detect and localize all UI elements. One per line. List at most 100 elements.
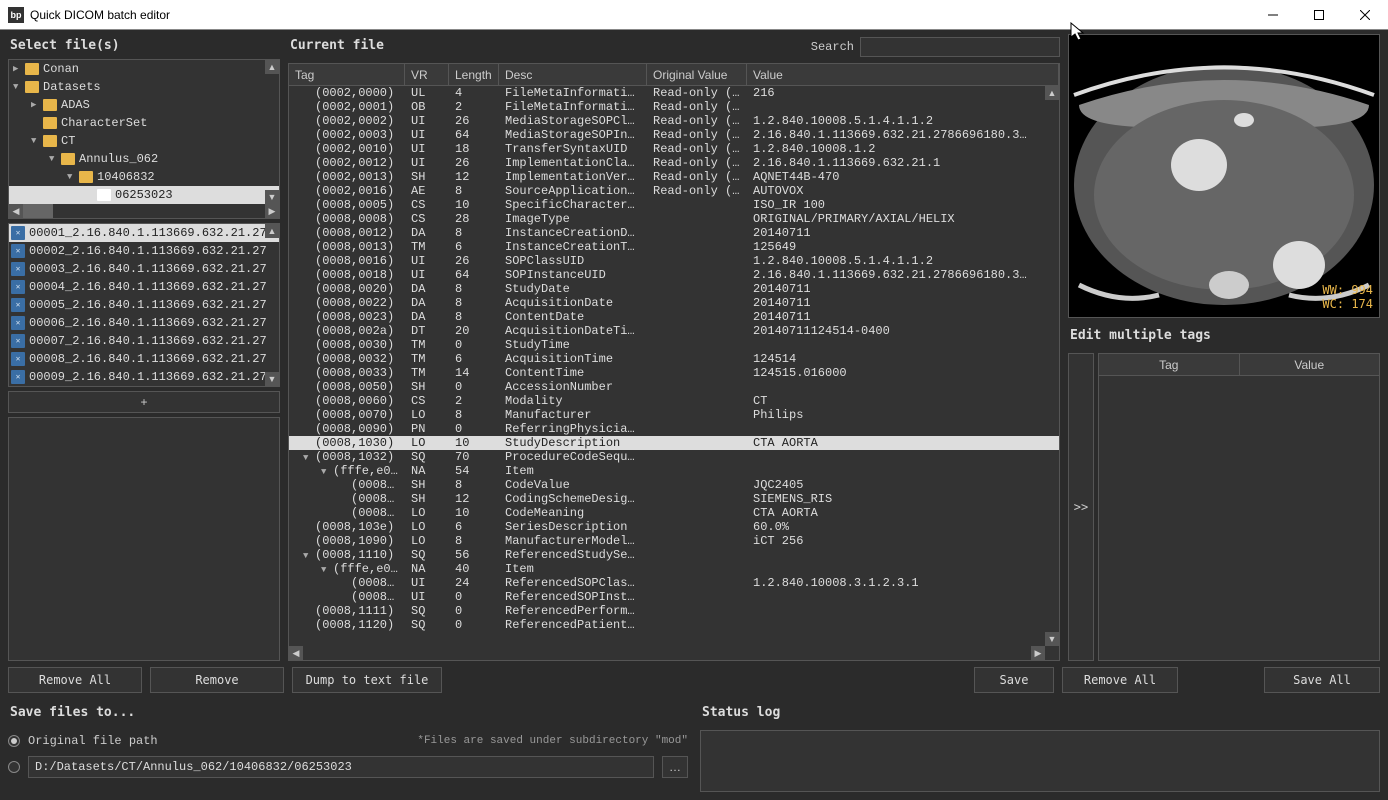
tag-row[interactable]: (0008,0050)SH0AccessionNumber bbox=[289, 380, 1059, 394]
tag-row[interactable]: (0002,0003)UI64MediaStorageSOPInst…Read-… bbox=[289, 128, 1059, 142]
tree-item[interactable]: ▶Conan bbox=[9, 60, 279, 78]
col-header-vr[interactable]: VR bbox=[405, 64, 449, 85]
tag-row[interactable]: (0008,0032)TM6AcquisitionTime124514 bbox=[289, 352, 1059, 366]
tag-row[interactable]: (0008,…LO10CodeMeaningCTA AORTA bbox=[289, 506, 1059, 520]
tree-item[interactable]: ▼10406832 bbox=[9, 168, 279, 186]
col-header-value[interactable]: Value bbox=[1240, 354, 1380, 375]
save-path-field[interactable]: D:/Datasets/CT/Annulus_062/10406832/0625… bbox=[28, 756, 654, 778]
file-item[interactable]: ✕00009_2.16.840.1.113669.632.21.27 bbox=[9, 368, 279, 386]
add-file-button[interactable]: + bbox=[8, 391, 280, 413]
tag-row[interactable]: ▼(0008,1110)SQ56ReferencedStudySequ… bbox=[289, 548, 1059, 562]
tag-row[interactable]: (0008,…UI0ReferencedSOPInstan… bbox=[289, 590, 1059, 604]
tag-row[interactable]: (0008,0070)LO8ManufacturerPhilips bbox=[289, 408, 1059, 422]
file-item[interactable]: ✕00004_2.16.840.1.113669.632.21.27 bbox=[9, 278, 279, 296]
tag-row[interactable]: (0008,1120)SQ0ReferencedPatientSe… bbox=[289, 618, 1059, 632]
tag-row[interactable]: (0008,002a)DT20AcquisitionDateTime201407… bbox=[289, 324, 1059, 338]
tag-row[interactable]: ▼(fffe,e00…NA40Item bbox=[289, 562, 1059, 576]
file-item[interactable]: ✕00002_2.16.840.1.113669.632.21.27 bbox=[9, 242, 279, 260]
expand-arrow-icon[interactable]: ▼ bbox=[67, 172, 79, 182]
expand-arrow-icon[interactable]: ▼ bbox=[49, 154, 61, 164]
tag-row[interactable]: (0008,0090)PN0ReferringPhysicianN… bbox=[289, 422, 1059, 436]
expand-arrow-icon[interactable]: ▶ bbox=[31, 100, 43, 110]
tag-row[interactable]: (0008,0033)TM14ContentTime124515.016000 bbox=[289, 366, 1059, 380]
save-all-button[interactable]: Save All bbox=[1264, 667, 1380, 693]
tag-row[interactable]: (0002,0016)AE8SourceApplicationEn…Read-o… bbox=[289, 184, 1059, 198]
tag-row[interactable]: (0002,0001)OB2FileMetaInformation…Read-o… bbox=[289, 100, 1059, 114]
col-header-tag[interactable]: Tag bbox=[289, 64, 405, 85]
col-header-desc[interactable]: Desc bbox=[499, 64, 647, 85]
expand-arrow-icon[interactable]: ▼ bbox=[31, 136, 43, 146]
minimize-button[interactable] bbox=[1250, 0, 1296, 30]
scroll-left-icon[interactable]: ◀ bbox=[289, 646, 303, 660]
folder-tree[interactable]: ▶Conan▼Datasets▶ADASCharacterSet▼CT▼Annu… bbox=[8, 59, 280, 219]
remove-all-button[interactable]: Remove All bbox=[8, 667, 142, 693]
col-header-length[interactable]: Length bbox=[449, 64, 499, 85]
tag-row[interactable]: (0008,…SH12CodingSchemeDesigna…SIEMENS_R… bbox=[289, 492, 1059, 506]
col-header-tag[interactable]: Tag bbox=[1099, 354, 1240, 375]
file-item[interactable]: ✕00005_2.16.840.1.113669.632.21.27 bbox=[9, 296, 279, 314]
dump-button[interactable]: Dump to text file bbox=[292, 667, 442, 693]
tag-row[interactable]: (0002,0000)UL4FileMetaInformation…Read-o… bbox=[289, 86, 1059, 100]
tag-row[interactable]: (0008,0012)DA8InstanceCreationDate201407… bbox=[289, 226, 1059, 240]
tag-table[interactable]: Tag VR Length Desc Original Value Value … bbox=[288, 63, 1060, 661]
scroll-up-icon[interactable]: ▲ bbox=[265, 60, 279, 74]
move-right-button[interactable]: >> bbox=[1068, 353, 1094, 661]
tag-row[interactable]: (0002,0010)UI18TransferSyntaxUIDRead-onl… bbox=[289, 142, 1059, 156]
tag-row[interactable]: (0002,0012)UI26ImplementationClass…Read-… bbox=[289, 156, 1059, 170]
file-item[interactable]: ✕00007_2.16.840.1.113669.632.21.27 bbox=[9, 332, 279, 350]
edit-tag-table[interactable]: Tag Value bbox=[1098, 353, 1380, 661]
file-item[interactable]: ✕00003_2.16.840.1.113669.632.21.27 bbox=[9, 260, 279, 278]
h-scrollbar-thumb[interactable] bbox=[23, 204, 53, 218]
tag-row[interactable]: (0008,0018)UI64SOPInstanceUID2.16.840.1.… bbox=[289, 268, 1059, 282]
col-header-original[interactable]: Original Value bbox=[647, 64, 747, 85]
tree-item[interactable]: 06253023 bbox=[9, 186, 279, 204]
scroll-down-icon[interactable]: ▼ bbox=[265, 190, 279, 204]
scroll-up-icon[interactable]: ▲ bbox=[265, 224, 279, 238]
expand-arrow-icon[interactable]: ▼ bbox=[13, 82, 25, 92]
tag-row[interactable]: (0008,1111)SQ0ReferencedPerformed… bbox=[289, 604, 1059, 618]
search-input[interactable] bbox=[860, 37, 1060, 57]
tag-row[interactable]: ▼(fffe,e00…NA54Item bbox=[289, 464, 1059, 478]
tag-row[interactable]: (0008,0023)DA8ContentDate20140711 bbox=[289, 310, 1059, 324]
tag-row[interactable]: (0008,0022)DA8AcquisitionDate20140711 bbox=[289, 296, 1059, 310]
tag-row[interactable]: (0008,1090)LO8ManufacturerModelNa…iCT 25… bbox=[289, 534, 1059, 548]
tag-row[interactable]: (0008,0060)CS2ModalityCT bbox=[289, 394, 1059, 408]
browse-button[interactable]: … bbox=[662, 756, 688, 778]
file-list[interactable]: ✕00001_2.16.840.1.113669.632.21.27✕00002… bbox=[8, 223, 280, 387]
scroll-up-icon[interactable]: ▲ bbox=[1045, 86, 1059, 100]
radio-custom-path[interactable] bbox=[8, 761, 20, 773]
tree-item[interactable]: ▼CT bbox=[9, 132, 279, 150]
tag-row[interactable]: (0008,0005)CS10SpecificCharacterSetISO_I… bbox=[289, 198, 1059, 212]
scroll-down-icon[interactable]: ▼ bbox=[265, 372, 279, 386]
file-item[interactable]: ✕00001_2.16.840.1.113669.632.21.27 bbox=[9, 224, 279, 242]
image-preview[interactable]: WW: 994 WC: 174 bbox=[1068, 34, 1380, 318]
scroll-down-icon[interactable]: ▼ bbox=[1045, 632, 1059, 646]
tag-row[interactable]: (0002,0013)SH12ImplementationVersi…Read-… bbox=[289, 170, 1059, 184]
tag-row[interactable]: (0008,0008)CS28ImageTypeORIGINAL/PRIMARY… bbox=[289, 212, 1059, 226]
scroll-right-icon[interactable]: ▶ bbox=[265, 204, 279, 218]
col-header-value[interactable]: Value bbox=[747, 64, 1059, 85]
scroll-right-icon[interactable]: ▶ bbox=[1031, 646, 1045, 660]
tree-item[interactable]: ▶ADAS bbox=[9, 96, 279, 114]
maximize-button[interactable] bbox=[1296, 0, 1342, 30]
save-button[interactable]: Save bbox=[974, 667, 1054, 693]
tag-row[interactable]: (0008,103e)LO6SeriesDescription60.0% bbox=[289, 520, 1059, 534]
edit-remove-all-button[interactable]: Remove All bbox=[1062, 667, 1178, 693]
expand-arrow-icon[interactable]: ▶ bbox=[13, 64, 25, 74]
tag-row[interactable]: (0008,0030)TM0StudyTime bbox=[289, 338, 1059, 352]
tag-row[interactable]: ▼(0008,1032)SQ70ProcedureCodeSequen… bbox=[289, 450, 1059, 464]
tag-row[interactable]: (0008,0013)TM6InstanceCreationTime125649 bbox=[289, 240, 1059, 254]
tag-row[interactable]: (0002,0002)UI26MediaStorageSOPClas…Read-… bbox=[289, 114, 1059, 128]
tree-item[interactable]: ▼Datasets bbox=[9, 78, 279, 96]
radio-original-path[interactable] bbox=[8, 735, 20, 747]
tree-item[interactable]: CharacterSet bbox=[9, 114, 279, 132]
tree-item[interactable]: ▼Annulus_062 bbox=[9, 150, 279, 168]
tag-row[interactable]: (0008,1030)LO10StudyDescriptionCTA AORTA bbox=[289, 436, 1059, 450]
file-item[interactable]: ✕00008_2.16.840.1.113669.632.21.27 bbox=[9, 350, 279, 368]
file-item[interactable]: ✕00006_2.16.840.1.113669.632.21.27 bbox=[9, 314, 279, 332]
close-button[interactable] bbox=[1342, 0, 1388, 30]
scroll-left-icon[interactable]: ◀ bbox=[9, 204, 23, 218]
tag-row[interactable]: (0008,…SH8CodeValueJQC2405 bbox=[289, 478, 1059, 492]
tag-row[interactable]: (0008,0020)DA8StudyDate20140711 bbox=[289, 282, 1059, 296]
drop-area[interactable] bbox=[8, 417, 280, 661]
